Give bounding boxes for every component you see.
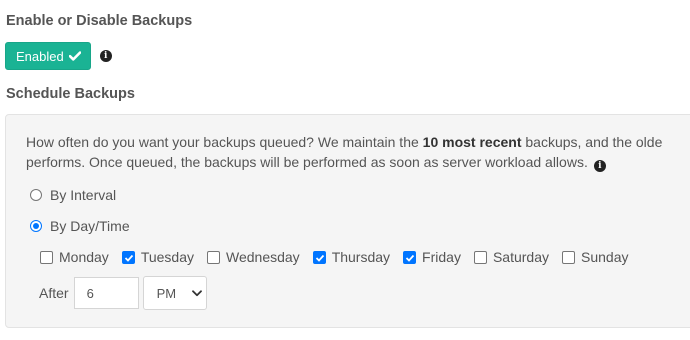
checkmark-icon [405,254,415,262]
enabled-label: Enabled [16,48,64,64]
day-checkboxes: Monday Tuesday Wednesday Thursday Friday… [40,249,641,265]
checkbox[interactable] [403,250,417,264]
radio-by-interval[interactable]: By Interval [30,187,116,203]
day-label: Monday [59,249,109,265]
after-hour-input[interactable]: 6 [73,277,139,309]
day-label: Friday [422,249,461,265]
backup-settings: Enable or Disable Backups Enabled i Sche… [0,0,690,340]
info-circle-icon[interactable]: i [593,160,606,172]
description-line-2: performs. Once queued, the backups will … [26,154,588,170]
enable-toggle-row: Enabled i [5,42,112,70]
day-thursday[interactable]: Thursday [312,249,391,265]
radio-by-day-time[interactable]: By Day/Time [30,218,130,234]
enable-backups-title: Enable or Disable Backups [6,13,193,29]
checkbox[interactable] [473,250,487,264]
day-friday[interactable]: Friday [403,249,461,265]
radio-label: By Interval [50,187,117,203]
day-monday[interactable]: Monday [40,249,109,265]
after-period-value: PM [156,285,177,301]
radio-button[interactable] [30,189,42,201]
day-saturday[interactable]: Saturday [473,249,549,265]
day-label: Tuesday [140,249,194,265]
checkmark-icon [315,254,324,262]
day-label: Saturday [492,249,549,265]
description-bold: 10 most recent [422,134,522,150]
after-label: After [39,285,69,301]
checkbox[interactable] [312,250,326,264]
chevron-down-icon [191,289,202,296]
check-icon [68,51,81,61]
day-tuesday[interactable]: Tuesday [121,249,194,265]
checkbox[interactable] [207,250,220,264]
day-wednesday[interactable]: Wednesday [207,249,300,265]
schedule-description: How often do you want your backups queue… [26,132,690,172]
day-sunday[interactable]: Sunday [562,249,628,265]
day-label: Sunday [581,249,629,265]
enabled-toggle-button[interactable]: Enabled [5,42,91,70]
day-label: Thursday [331,249,391,265]
after-hour-value: 6 [86,285,94,301]
after-time-row: After 6 PM [39,276,207,310]
checkbox[interactable] [562,250,575,264]
checkbox[interactable] [121,250,135,264]
after-period-select[interactable]: PM [142,276,207,310]
checkmark-icon [124,254,133,262]
day-label: Wednesday [226,249,300,265]
description-text-2: backups, and the olde [521,134,663,150]
radio-button[interactable] [30,220,42,232]
description-text-1: How often do you want your backups queue… [26,134,423,150]
info-circle-icon[interactable]: i [99,50,112,62]
checkbox[interactable] [40,250,53,264]
radio-label: By Day/Time [50,218,130,234]
schedule-panel: How often do you want your backups queue… [5,114,690,328]
schedule-backups-title: Schedule Backups [6,86,135,102]
